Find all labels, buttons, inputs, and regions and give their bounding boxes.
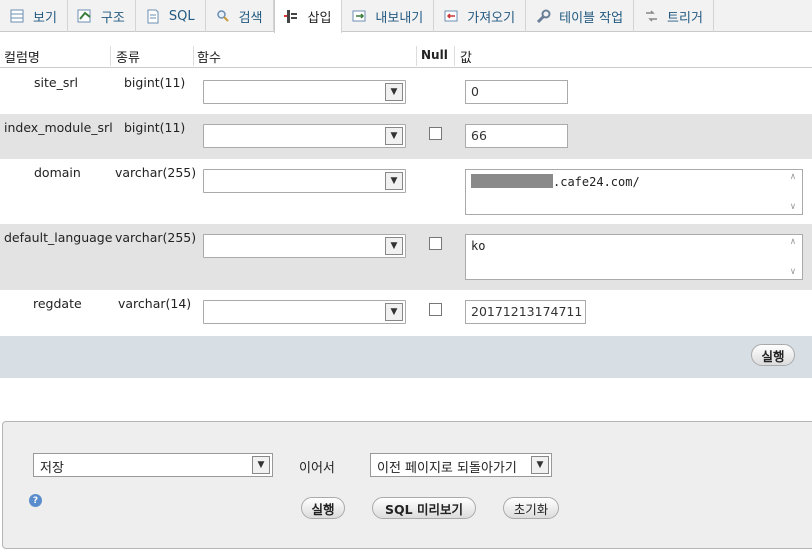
- field-type: varchar(14): [118, 296, 192, 311]
- table-row: regdate varchar(14) ▼ 20171213174711: [0, 290, 812, 336]
- null-checkbox[interactable]: [429, 237, 442, 250]
- header-column-name: 컬럼명: [4, 51, 40, 66]
- value-input[interactable]: 66: [465, 124, 568, 148]
- textarea-scrollbar[interactable]: ∧ ∨: [786, 237, 800, 277]
- tab-search[interactable]: 검색: [206, 0, 274, 32]
- tab-bar: 보기 구조 SQL 검색 삽입 내보내기 가져오기 테이블 작업 트리거: [0, 0, 812, 33]
- header-function: 함수: [197, 51, 221, 66]
- function-select[interactable]: ▼: [203, 300, 406, 324]
- chevron-down-icon: ▼: [385, 127, 403, 145]
- field-type: varchar(255): [115, 165, 197, 180]
- chevron-up-icon: ∧: [790, 172, 796, 182]
- reset-button[interactable]: 초기화: [503, 497, 559, 519]
- textarea-scrollbar[interactable]: ∧ ∨: [786, 172, 800, 212]
- field-type: bigint(11): [124, 75, 186, 90]
- table-row: default_language varchar(255) ▼ ko ∧ ∨: [0, 224, 812, 290]
- header-type: 종류: [116, 51, 140, 66]
- tab-sql-label: SQL: [168, 8, 195, 24]
- execute-button[interactable]: 실행: [301, 497, 345, 519]
- function-select[interactable]: ▼: [203, 234, 406, 258]
- header-null: Null: [421, 48, 448, 62]
- action-select-value: 저장: [40, 461, 64, 476]
- tab-structure[interactable]: 구조: [68, 0, 136, 32]
- then-label: 이어서: [299, 461, 335, 476]
- value-text: ko: [471, 239, 486, 253]
- tab-triggers-label: 트리거: [667, 10, 703, 26]
- field-type: bigint(11): [124, 120, 186, 135]
- tab-browse-label: 보기: [33, 10, 57, 26]
- after-insert-select[interactable]: 이전 페이지로 되돌아가기 ▼: [370, 453, 552, 477]
- search-icon: [215, 8, 231, 24]
- value-textarea[interactable]: ko ∧ ∨: [465, 234, 803, 280]
- export-icon: [351, 8, 367, 24]
- chevron-down-icon: ∨: [790, 202, 796, 212]
- field-name: default_language: [4, 230, 113, 245]
- import-icon: [443, 8, 459, 24]
- value-input[interactable]: 20171213174711: [465, 300, 586, 324]
- execute-button[interactable]: 실행: [751, 344, 795, 366]
- insert-icon: [283, 9, 300, 25]
- tab-import[interactable]: 가져오기: [434, 0, 527, 32]
- tab-insert-label: 삽입: [307, 11, 332, 26]
- field-name: site_srl: [34, 75, 78, 90]
- field-name: regdate: [33, 296, 82, 311]
- value-input[interactable]: 0: [465, 80, 568, 104]
- field-name: index_module_srl: [4, 120, 113, 135]
- function-select[interactable]: ▼: [203, 169, 406, 193]
- tab-insert[interactable]: 삽입: [273, 0, 343, 33]
- tab-search-label: 검색: [238, 10, 263, 26]
- field-type: varchar(255): [115, 230, 197, 245]
- tab-export[interactable]: 내보내기: [342, 0, 435, 32]
- table-row: index_module_srl bigint(11) ▼ 66: [0, 114, 812, 159]
- function-select[interactable]: ▼: [203, 124, 406, 148]
- table-row: domain varchar(255) ▼ .cafe24.com/ ∧ ∨: [0, 159, 812, 224]
- tab-sql[interactable]: SQL: [136, 0, 206, 32]
- chevron-down-icon: ▼: [385, 237, 403, 255]
- after-insert-select-value: 이전 페이지로 되돌아가기: [377, 461, 517, 476]
- tab-operations[interactable]: 테이블 작업: [526, 0, 635, 32]
- insert-options-panel: 저장 ▼ 이어서 이전 페이지로 되돌아가기 ▼ ? 실행 SQL 미리보기 초…: [2, 421, 812, 549]
- structure-icon: [77, 8, 93, 24]
- tab-triggers[interactable]: 트리거: [634, 0, 714, 32]
- chevron-down-icon: ▼: [385, 172, 403, 190]
- wrench-icon: [535, 8, 551, 24]
- sql-preview-button[interactable]: SQL 미리보기: [372, 497, 476, 519]
- null-checkbox[interactable]: [429, 303, 442, 316]
- tab-structure-label: 구조: [100, 10, 125, 26]
- sql-icon: [145, 8, 161, 24]
- trigger-icon: [643, 8, 659, 24]
- help-icon[interactable]: ?: [29, 494, 42, 507]
- field-name: domain: [34, 165, 81, 180]
- tab-import-label: 가져오기: [467, 10, 516, 26]
- value-text: .cafe24.com/: [553, 175, 640, 189]
- header-value: 값: [460, 51, 472, 66]
- chevron-down-icon: ▼: [252, 456, 270, 474]
- table-browse-icon: [9, 8, 25, 24]
- tab-export-label: 내보내기: [375, 10, 424, 26]
- function-select[interactable]: ▼: [203, 80, 406, 104]
- insert-table-header: 컬럼명 종류 함수 Null 값: [0, 44, 812, 68]
- tab-operations-label: 테이블 작업: [559, 10, 624, 26]
- action-bar: 실행: [0, 336, 812, 378]
- null-checkbox[interactable]: [429, 127, 442, 140]
- chevron-down-icon: ▼: [385, 303, 403, 321]
- chevron-up-icon: ∧: [790, 237, 796, 247]
- redacted-text: [471, 174, 553, 188]
- table-row: site_srl bigint(11) ▼ 0: [0, 69, 812, 114]
- chevron-down-icon: ∨: [790, 267, 796, 277]
- value-textarea[interactable]: .cafe24.com/ ∧ ∨: [465, 169, 803, 215]
- tab-browse[interactable]: 보기: [0, 0, 68, 32]
- chevron-down-icon: ▼: [385, 83, 403, 101]
- chevron-down-icon: ▼: [531, 456, 549, 474]
- action-select[interactable]: 저장 ▼: [33, 453, 273, 477]
